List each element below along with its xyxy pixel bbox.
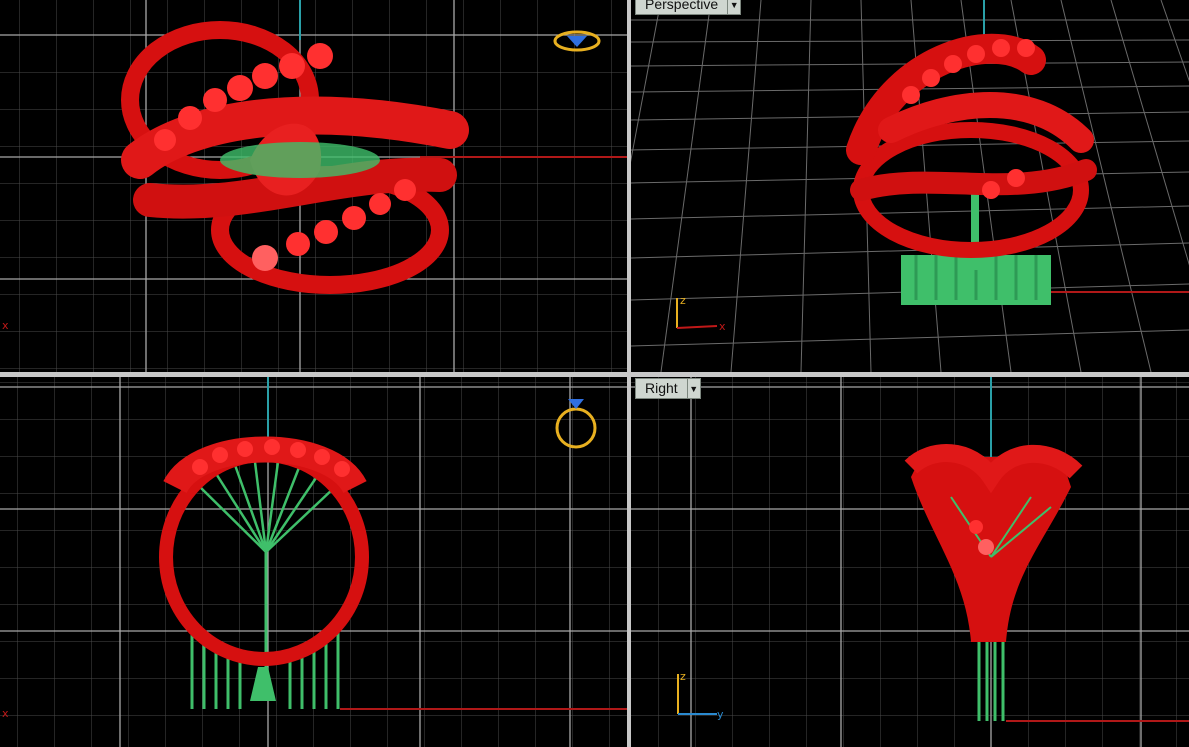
chevron-down-icon[interactable]: ▼ [727, 0, 740, 14]
svg-text:y: y [717, 708, 724, 721]
chevron-down-icon[interactable]: ▼ [686, 379, 700, 398]
viewport-perspective[interactable]: z x Perspective ▼ [631, 0, 1189, 372]
viewport-title-text: Perspective [645, 0, 719, 12]
viewport-title-text: Right [645, 380, 678, 396]
viewport-front-canvas: x [0, 377, 627, 747]
svg-text:z: z [680, 670, 686, 683]
axis-corner-label: x [2, 319, 9, 332]
viewport-right[interactable]: z y Right ▼ [631, 377, 1189, 747]
viewport-right-canvas: z y [631, 377, 1189, 747]
viewport-front[interactable]: x [0, 377, 627, 747]
viewport-perspective-canvas: z x [631, 0, 1189, 372]
viewport-splitter-horizontal[interactable] [0, 372, 1189, 377]
viewport-top[interactable]: x [0, 0, 627, 372]
viewport-title-perspective[interactable]: Perspective ▼ [635, 0, 742, 15]
axis-corner-label: x [2, 707, 9, 720]
viewport-top-canvas: x [0, 0, 627, 372]
svg-text:x: x [719, 320, 726, 333]
viewport-title-right[interactable]: Right ▼ [635, 378, 701, 399]
svg-text:z: z [680, 294, 686, 307]
